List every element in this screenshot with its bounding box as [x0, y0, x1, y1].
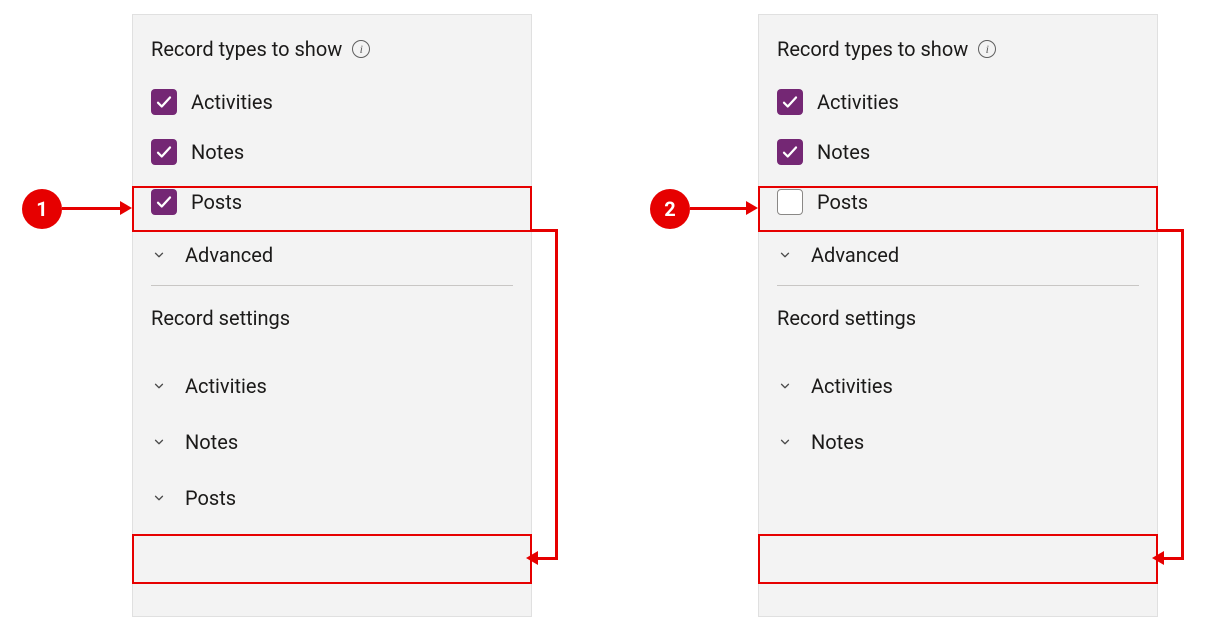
chevron-down-icon — [777, 434, 793, 450]
checkbox-label-posts: Posts — [817, 190, 868, 214]
checkbox-activities[interactable] — [777, 89, 803, 115]
checkbox-row-posts[interactable]: Posts — [759, 177, 1157, 227]
annotation-arrow-2 — [690, 207, 746, 210]
connector-line — [532, 229, 558, 232]
check-icon — [155, 193, 173, 211]
expander-label: Notes — [185, 430, 238, 454]
info-icon[interactable]: i — [352, 40, 370, 58]
record-types-header-row: Record types to show i — [759, 37, 1157, 77]
annotation-badge-1: 1 — [22, 189, 62, 229]
connector-line — [538, 557, 558, 560]
record-types-header: Record types to show — [151, 37, 342, 61]
checkbox-label-activities: Activities — [191, 90, 273, 114]
check-icon — [781, 143, 799, 161]
expander-settings-notes[interactable]: Notes — [759, 414, 1157, 470]
checkbox-label-posts: Posts — [191, 190, 242, 214]
checkbox-posts[interactable] — [151, 189, 177, 215]
record-settings-header: Record settings — [759, 296, 1157, 358]
divider — [777, 285, 1139, 286]
expander-advanced[interactable]: Advanced — [133, 227, 531, 283]
check-icon — [155, 93, 173, 111]
checkbox-row-notes[interactable]: Notes — [133, 127, 531, 177]
checkbox-label-activities: Activities — [817, 90, 899, 114]
expander-label-advanced: Advanced — [811, 243, 899, 267]
connector-line — [555, 232, 558, 558]
chevron-down-icon — [151, 247, 167, 263]
check-icon — [155, 143, 173, 161]
properties-panel-left: Record types to show i Activities Notes … — [132, 14, 532, 617]
expander-settings-posts[interactable]: Posts — [133, 470, 531, 526]
expander-label-advanced: Advanced — [185, 243, 273, 267]
info-icon[interactable]: i — [978, 40, 996, 58]
expander-label: Posts — [185, 486, 236, 510]
checkbox-posts[interactable] — [777, 189, 803, 215]
checkbox-activities[interactable] — [151, 89, 177, 115]
arrow-head-icon — [120, 201, 132, 215]
checkbox-row-posts[interactable]: Posts — [133, 177, 531, 227]
annotation-arrow-1 — [62, 207, 120, 210]
divider — [151, 285, 513, 286]
expander-settings-activities[interactable]: Activities — [133, 358, 531, 414]
expander-label: Activities — [811, 374, 893, 398]
connector-line — [1181, 232, 1184, 558]
checkbox-label-notes: Notes — [817, 140, 870, 164]
empty-settings-posts-slot — [759, 470, 1157, 526]
checkbox-row-activities[interactable]: Activities — [133, 77, 531, 127]
connector-line — [1164, 557, 1184, 560]
checkbox-row-activities[interactable]: Activities — [759, 77, 1157, 127]
checkbox-label-notes: Notes — [191, 140, 244, 164]
checkbox-notes[interactable] — [151, 139, 177, 165]
record-types-header-row: Record types to show i — [133, 37, 531, 77]
expander-label: Activities — [185, 374, 267, 398]
expander-label: Notes — [811, 430, 864, 454]
chevron-down-icon — [777, 247, 793, 263]
chevron-down-icon — [151, 434, 167, 450]
checkbox-row-notes[interactable]: Notes — [759, 127, 1157, 177]
expander-settings-notes[interactable]: Notes — [133, 414, 531, 470]
chevron-down-icon — [151, 490, 167, 506]
expander-advanced[interactable]: Advanced — [759, 227, 1157, 283]
arrow-head-icon — [746, 201, 758, 215]
chevron-down-icon — [151, 378, 167, 394]
record-types-header: Record types to show — [777, 37, 968, 61]
checkbox-notes[interactable] — [777, 139, 803, 165]
expander-settings-activities[interactable]: Activities — [759, 358, 1157, 414]
chevron-down-icon — [777, 378, 793, 394]
connector-line — [1158, 229, 1184, 232]
properties-panel-right: Record types to show i Activities Notes … — [758, 14, 1158, 617]
record-settings-header: Record settings — [133, 296, 531, 358]
annotation-badge-2: 2 — [650, 189, 690, 229]
check-icon — [781, 93, 799, 111]
